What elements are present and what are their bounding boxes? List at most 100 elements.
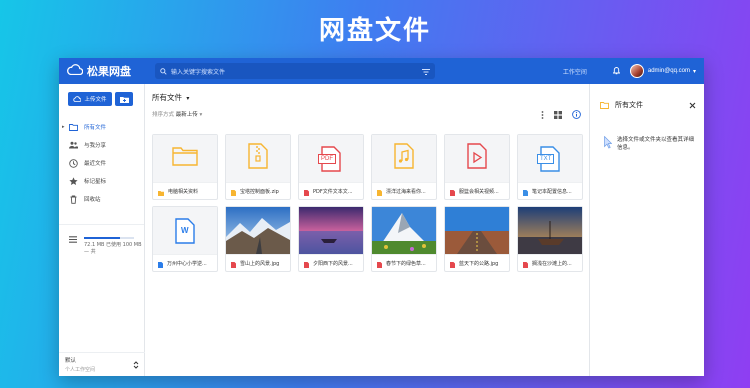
image-small-icon — [304, 255, 309, 273]
file-card-word[interactable]: W 万州中心小学逆... — [152, 206, 218, 272]
word-file-icon: W — [175, 217, 195, 244]
upload-icon — [73, 96, 82, 102]
storage-usage: 72.1 MB 已使用 100 MB — 共 — [59, 224, 144, 256]
file-card-image[interactable]: 夕阳西下的风景... — [298, 206, 364, 272]
cursor-pointer-icon — [604, 135, 613, 154]
file-name: 夕阳西下的风景... — [313, 261, 353, 267]
banner-title: 网盘文件 — [318, 16, 431, 46]
image-thumbnail — [226, 207, 290, 254]
folder-icon — [69, 123, 78, 132]
matterhorn-photo — [372, 207, 436, 254]
file-name: 服篮会相关视频... — [459, 189, 499, 195]
file-card-txt[interactable]: TXT 笔记本配置信息... — [517, 134, 583, 200]
file-thumbnail: TXT — [518, 135, 582, 182]
file-name: 雪山上的风景.jpg — [240, 261, 280, 267]
workspace-link[interactable]: 工作空间 — [563, 67, 587, 76]
file-card-image[interactable]: 春节下的绿色草... — [371, 206, 437, 272]
new-folder-button[interactable] — [115, 92, 133, 106]
people-icon — [69, 141, 78, 150]
pdf-badge: PDF — [318, 153, 336, 164]
file-card-folder[interactable]: 电脑相关资料 — [152, 134, 218, 200]
folder-small-icon — [158, 183, 164, 201]
file-thumbnail — [153, 135, 217, 182]
image-small-icon — [523, 255, 528, 273]
info-icon[interactable] — [572, 110, 581, 119]
txt-small-icon — [523, 183, 528, 201]
file-thumbnail: W — [153, 207, 217, 254]
upload-label: 上传文件 — [84, 97, 107, 103]
filter-icon[interactable] — [422, 62, 430, 80]
file-card-music[interactable]: 漂洋过海来看你... — [371, 134, 437, 200]
avatar[interactable] — [629, 64, 644, 78]
pdf-file-icon: PDF — [318, 145, 341, 172]
file-thumbnail — [445, 135, 509, 182]
unfold-icon[interactable] — [133, 356, 139, 374]
clock-icon — [69, 158, 78, 168]
grid-view-icon[interactable] — [554, 110, 562, 119]
word-small-icon — [158, 255, 163, 273]
video-small-icon — [450, 183, 455, 201]
more-vertical-icon[interactable] — [541, 110, 544, 119]
file-card-image[interactable]: 搁浅在沙滩上的... — [517, 206, 583, 272]
image-thumbnail — [445, 207, 509, 254]
sidebar-item-recent[interactable]: 最近文件 — [59, 154, 144, 172]
image-small-icon — [450, 255, 455, 273]
search-input[interactable]: 输入关键字搜索文件 — [155, 63, 435, 79]
file-card-image[interactable]: 蓝天下的公路.jpg — [444, 206, 510, 272]
storage-bar-fill — [84, 237, 120, 239]
app-window: 松果网盘 输入关键字搜索文件 工作空间 admin@qq.com ▾ 上传文件 … — [59, 58, 704, 376]
file-card-video[interactable]: 服篮会相关视频... — [444, 134, 510, 200]
video-file-icon — [467, 143, 487, 174]
user-email[interactable]: admin@qq.com — [648, 68, 690, 74]
sort-value: 最新上传 — [175, 112, 198, 118]
storage-bar — [84, 237, 134, 239]
folder-plus-icon — [119, 90, 129, 108]
file-thumbnail — [372, 135, 436, 182]
folder-icon — [600, 96, 609, 114]
file-thumbnail — [226, 135, 290, 182]
chevron-right-icon[interactable]: ▸ — [62, 124, 65, 130]
stranded-boat-photo — [518, 207, 582, 254]
sidebar-item-label: 与我分享 — [84, 143, 107, 149]
sidebar-item-shared[interactable]: 与我分享 — [59, 136, 144, 154]
main-panel: 所有文件 ▾ 排序方式 最新上传 ▾ 电脑相关资料 宝塔控制面板.zip PDF… — [145, 84, 589, 376]
txt-badge: TXT — [537, 153, 555, 164]
file-card-image[interactable]: 雪山上的风景.jpg — [225, 206, 291, 272]
txt-file-icon: TXT — [537, 145, 560, 172]
sidebar-item-all-files[interactable]: ▸ 所有文件 — [59, 118, 144, 136]
chevron-down-icon[interactable]: ▾ — [693, 68, 696, 75]
file-name: 笔记本配置信息... — [532, 189, 572, 195]
sunset-lake-photo — [299, 207, 363, 254]
file-card-zip[interactable]: 宝塔控制面板.zip — [225, 134, 291, 200]
image-thumbnail — [299, 207, 363, 254]
close-icon[interactable] — [689, 96, 696, 114]
file-card-pdf[interactable]: PDF PDF文件文本文... — [298, 134, 364, 200]
file-name: 电脑相关资料 — [168, 189, 199, 195]
folder-icon — [172, 146, 198, 171]
sidebar: 上传文件 ▸ 所有文件 与我分享 最近文件 标记星标 回收站 72.1 MB 已… — [59, 84, 145, 376]
file-name: 春节下的绿色草... — [386, 261, 426, 267]
bell-icon[interactable] — [612, 67, 620, 75]
upload-button[interactable]: 上传文件 — [68, 92, 112, 106]
storage-icon — [69, 236, 78, 245]
logo-text: 松果网盘 — [87, 65, 131, 78]
word-badge: W — [181, 225, 189, 235]
zip-file-icon — [248, 143, 268, 174]
details-panel: 所有文件 选择文件或文件夹以查看其详细信息。 — [589, 84, 704, 376]
image-small-icon — [231, 255, 236, 273]
sidebar-item-label: 回收站 — [84, 197, 101, 203]
top-bar: 松果网盘 输入关键字搜索文件 工作空间 admin@qq.com ▾ — [59, 58, 704, 84]
sidebar-item-trash[interactable]: 回收站 — [59, 190, 144, 208]
file-name: 蓝天下的公路.jpg — [459, 261, 499, 267]
details-title: 所有文件 — [615, 101, 643, 109]
search-icon — [160, 62, 167, 80]
sort-selector[interactable]: 排序方式 最新上传 ▾ — [152, 110, 202, 118]
logo[interactable]: 松果网盘 — [67, 62, 151, 80]
image-small-icon — [377, 255, 382, 273]
workspace-switcher[interactable]: 默认 个人工作空间 — [59, 352, 145, 376]
sidebar-nav: ▸ 所有文件 与我分享 最近文件 标记星标 回收站 — [59, 118, 144, 208]
sidebar-item-starred[interactable]: 标记星标 — [59, 172, 144, 190]
workspace-subtitle: 个人工作空间 — [65, 367, 96, 373]
sidebar-item-label: 最近文件 — [84, 161, 107, 167]
breadcrumb[interactable]: 所有文件 ▾ — [152, 92, 189, 103]
